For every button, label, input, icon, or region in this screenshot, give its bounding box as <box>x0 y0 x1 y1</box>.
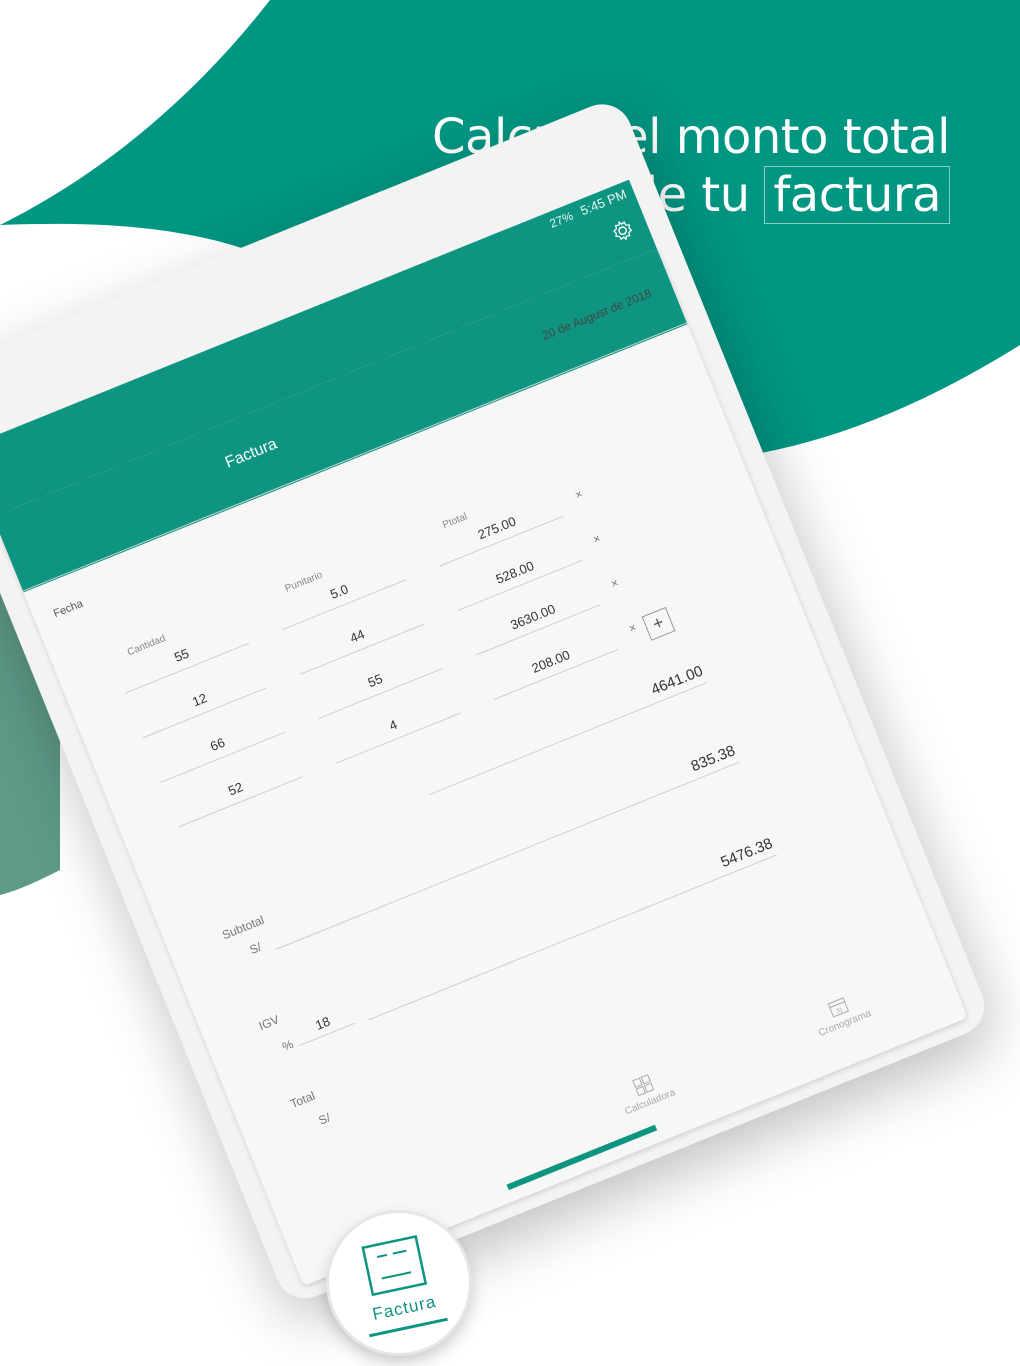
fecha-label: Fecha <box>51 597 85 621</box>
remove-row-button[interactable]: × <box>591 531 603 547</box>
factura-badge: Factura <box>316 1200 482 1366</box>
grid-icon <box>632 1074 655 1097</box>
headline-highlight: factura <box>764 166 950 224</box>
nav-label-factura: Factura <box>370 1291 438 1324</box>
igv-label: IGV <box>256 1012 282 1034</box>
igv-percent-symbol: % <box>280 1036 296 1054</box>
remove-row-button[interactable]: × <box>609 576 621 592</box>
nav-item-factura[interactable]: Factura <box>329 1213 469 1353</box>
subtotal-label: Subtotal <box>220 912 267 943</box>
nav-item-cronograma[interactable]: 31 Cronograma <box>798 983 885 1044</box>
calendar-icon: 31 <box>827 997 850 1018</box>
subtotal-currency: S/ <box>247 939 264 958</box>
svg-text:31: 31 <box>836 1007 845 1015</box>
add-row-button[interactable]: + <box>641 606 676 641</box>
page-title: Factura <box>222 435 280 472</box>
column-header-ptotal: Ptotal <box>441 511 469 531</box>
invoice-date[interactable]: 20 de August de 2018 <box>540 286 654 343</box>
nav-item-calculadora[interactable]: Calculadora <box>603 1062 690 1123</box>
invoice-icon <box>361 1235 428 1297</box>
remove-row-button[interactable]: × <box>573 487 585 503</box>
igv-input[interactable]: 18 <box>292 1005 356 1047</box>
remove-row-button[interactable]: × <box>627 620 639 636</box>
